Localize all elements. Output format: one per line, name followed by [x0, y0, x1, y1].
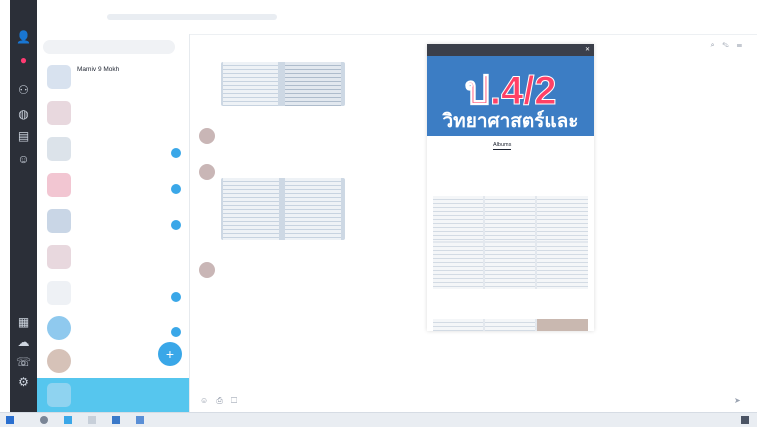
- app-icon[interactable]: [136, 416, 144, 424]
- tab-albums[interactable]: Albums: [493, 142, 512, 150]
- panel-tabs: Albums: [427, 142, 594, 154]
- smile-icon[interactable]: ☺: [14, 149, 33, 168]
- news-icon[interactable]: ▤: [14, 126, 33, 145]
- chart-icon[interactable]: ▦: [14, 312, 33, 331]
- chat-list-item[interactable]: [37, 168, 189, 202]
- avatar: [47, 245, 71, 269]
- album-thumbnail-grid[interactable]: [433, 196, 588, 289]
- composer-toolbar[interactable]: ☺ ⎙ ☐: [200, 396, 240, 406]
- avatar: [47, 137, 71, 161]
- chat-list-item[interactable]: [37, 204, 189, 238]
- album-panel: ✕ ป.4/2 วิทยาศาสตร์และ Albums: [427, 44, 594, 331]
- unread-badge: [171, 148, 181, 158]
- unread-badge: [171, 184, 181, 194]
- unread-badge: [171, 292, 181, 302]
- avatar[interactable]: [199, 262, 215, 278]
- panel-header: ✕: [427, 44, 594, 56]
- avatar: [47, 349, 71, 373]
- avatar: [47, 65, 71, 89]
- group-cover: ป.4/2 วิทยาศาสตร์และ: [427, 56, 594, 136]
- avatar[interactable]: [199, 164, 215, 180]
- cover-subtitle: วิทยาศาสตร์และ: [442, 111, 579, 132]
- search-icon[interactable]: [40, 416, 48, 424]
- globe-icon[interactable]: ◍: [14, 104, 33, 123]
- chat-name: Mamiv 9 Mokh: [77, 66, 120, 73]
- notification-icon[interactable]: [741, 416, 749, 424]
- avatar[interactable]: [199, 128, 215, 144]
- chat-bubble-icon[interactable]: ●: [14, 50, 33, 69]
- avatar: [47, 101, 71, 125]
- chat-app-icon[interactable]: [64, 416, 72, 424]
- new-chat-button[interactable]: +: [158, 342, 182, 366]
- title-placeholder: [107, 14, 277, 20]
- avatar: [47, 209, 71, 233]
- close-icon[interactable]: ✕: [585, 46, 590, 53]
- phone-icon[interactable]: ☏: [14, 352, 33, 371]
- avatar: [47, 316, 71, 340]
- contacts-icon[interactable]: ⚇: [14, 80, 33, 99]
- chat-list-item[interactable]: Mamiv 9 Mokh: [37, 60, 189, 94]
- search-input[interactable]: [43, 40, 175, 54]
- message-image[interactable]: [221, 178, 345, 240]
- header-actions[interactable]: ⌕ ✎ ☰: [711, 42, 745, 50]
- avatar: [47, 383, 71, 407]
- chat-list-item[interactable]: [37, 276, 189, 310]
- chat-list-item-selected[interactable]: [37, 378, 189, 412]
- chat-list-item[interactable]: [37, 132, 189, 166]
- chat-list: Mamiv 9 Mokh +: [37, 34, 190, 412]
- unread-badge: [171, 327, 181, 337]
- start-icon[interactable]: [6, 416, 14, 424]
- title-bar: [37, 0, 757, 35]
- avatar: [47, 281, 71, 305]
- chat-app-window: 👤 ● ⚇ ◍ ▤ ☺ ▦ ☁ ☏ ⚙ Mamiv 9 Mokh + ⌕ ✎ ☰…: [0, 0, 757, 412]
- file-explorer-icon[interactable]: [112, 416, 120, 424]
- chat-list-item[interactable]: [37, 96, 189, 130]
- album-thumbnail-grid[interactable]: [433, 319, 588, 331]
- avatar: [47, 173, 71, 197]
- os-taskbar: [0, 412, 757, 427]
- browser-icon[interactable]: [88, 416, 96, 424]
- send-icon[interactable]: ➤: [734, 396, 741, 405]
- chat-list-item[interactable]: [37, 311, 189, 345]
- message-image[interactable]: [221, 62, 345, 106]
- chat-list-item[interactable]: [37, 240, 189, 274]
- unread-badge: [171, 220, 181, 230]
- user-icon[interactable]: 👤: [14, 27, 33, 46]
- nav-rail: 👤 ● ⚇ ◍ ▤ ☺ ▦ ☁ ☏ ⚙: [10, 0, 37, 412]
- cloud-icon[interactable]: ☁: [14, 332, 33, 351]
- settings-icon[interactable]: ⚙: [14, 372, 33, 391]
